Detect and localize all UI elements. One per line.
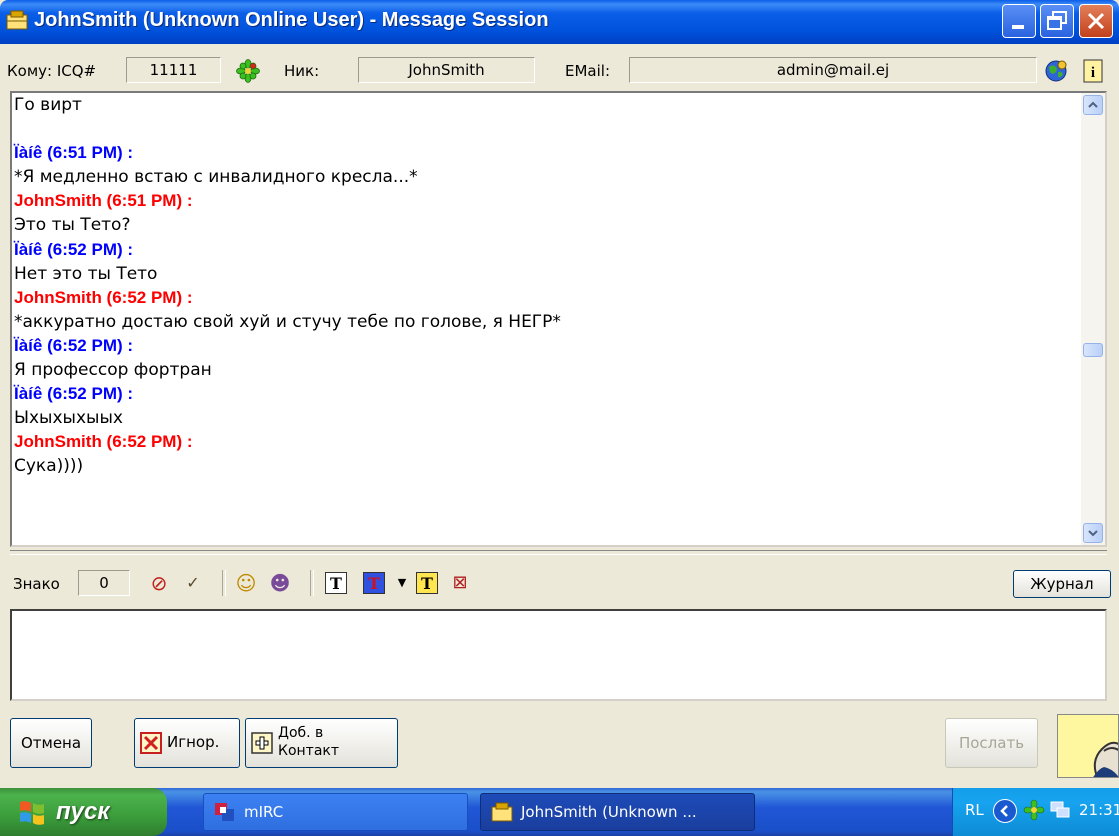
dropdown-arrow-icon[interactable]: ▼ xyxy=(390,571,414,595)
message-header: Ïàíê (6:52 PM) : xyxy=(14,335,134,355)
chevron-up-icon xyxy=(1088,101,1098,108)
message-history[interactable]: Го вирт Ïàíê (6:51 PM) : *Я медленно встаю… xyxy=(10,91,1107,547)
pane-splitter[interactable] xyxy=(10,550,1107,555)
window-title: JohnSmith (Unknown Online User) - Messag… xyxy=(34,9,549,31)
email-field: admin@mail.ej xyxy=(629,57,1037,83)
chevron-down-icon xyxy=(1088,530,1098,537)
message-text: *Я медленно встаю с инвалидного кресла..… xyxy=(14,167,418,188)
restore-icon xyxy=(1047,11,1067,30)
taskbar-item-label: JohnSmith (Unknown ... xyxy=(521,803,697,821)
font-icon[interactable]: T xyxy=(325,572,347,594)
contact-avatar xyxy=(1057,714,1119,778)
icq-number-field: 11111 xyxy=(126,57,221,83)
spell-check-icon[interactable]: ✓ xyxy=(181,571,205,595)
history-scrollbar[interactable] xyxy=(1081,93,1105,545)
icq-tray-icon[interactable] xyxy=(1023,799,1045,821)
mirc-icon xyxy=(215,803,234,821)
scroll-thumb[interactable] xyxy=(1083,343,1103,357)
close-button[interactable] xyxy=(1079,4,1113,38)
chevron-left-icon xyxy=(1000,805,1008,817)
clock[interactable]: 21:31 xyxy=(1079,801,1119,819)
message-session-window: JohnSmith (Unknown Online User) - Messag… xyxy=(0,0,1119,788)
add-contact-label-line2: Контакт xyxy=(278,743,340,759)
message-input[interactable] xyxy=(10,609,1107,701)
add-contact-label-line1: Доб. в xyxy=(278,725,324,741)
avatar-picture xyxy=(1058,715,1118,777)
char-counter: 0 xyxy=(78,570,130,596)
toolbar-separator xyxy=(222,570,226,596)
smiley-icon[interactable]: ☺ xyxy=(234,571,258,595)
scroll-down-button[interactable] xyxy=(1083,523,1103,543)
message-text: Я профессор фортран xyxy=(14,360,212,381)
message-text: Сука)))) xyxy=(14,456,84,477)
toolbar-separator xyxy=(310,570,314,596)
minimize-button[interactable] xyxy=(1002,4,1036,38)
no-spell-icon[interactable]: ⊘ xyxy=(147,571,171,595)
icq-message-icon xyxy=(6,10,28,30)
close-icon xyxy=(1087,12,1105,30)
message-header: Ïàíê (6:52 PM) : xyxy=(14,384,134,404)
network-icon[interactable] xyxy=(1049,799,1071,821)
add-contact-button[interactable]: Доб. в Контакт xyxy=(245,718,398,768)
ignore-button[interactable]: Игнор. xyxy=(134,718,240,768)
title-bar[interactable]: JohnSmith (Unknown Online User) - Messag… xyxy=(0,0,1119,44)
message-text: *аккуратно достаю свой хуй и стучу тебе … xyxy=(14,311,561,332)
send-button[interactable]: Послать xyxy=(945,718,1038,768)
taskbar-item-mirc[interactable]: mIRC xyxy=(203,793,468,831)
journal-button[interactable]: Журнал xyxy=(1013,570,1111,598)
message-header: Ïàíê (6:51 PM) : xyxy=(14,143,134,163)
message-text: Это ты Тето? xyxy=(14,215,131,236)
icq-message-icon xyxy=(491,802,513,822)
email-label: EMail: xyxy=(565,62,610,80)
cancel-button[interactable]: Отмена xyxy=(10,718,92,768)
taskbar-item-message-session[interactable]: JohnSmith (Unknown ... xyxy=(480,793,755,831)
add-plus-icon xyxy=(251,732,273,754)
message-list: Го вирт Ïàíê (6:51 PM) : *Я медленно встаю… xyxy=(14,93,1082,479)
ignore-label: Игнор. xyxy=(167,733,220,751)
message-header: Ïàíê (6:52 PM) : xyxy=(14,239,134,259)
minimize-icon xyxy=(1012,25,1024,29)
message-header: JohnSmith (6:52 PM) : xyxy=(14,287,193,307)
message-text: Го вирт xyxy=(14,95,82,115)
taskbar: пуск mIRC JohnSmith (Unknown ... RL 21:3… xyxy=(0,788,1119,836)
clear-format-icon[interactable]: ⊠ xyxy=(448,571,472,595)
nick-field: JohnSmith xyxy=(358,57,535,83)
language-indicator[interactable]: RL xyxy=(965,801,984,819)
message-header: JohnSmith (6:52 PM) : xyxy=(14,432,193,452)
chars-label: Знако xyxy=(13,575,60,593)
icq-status-flower-icon[interactable] xyxy=(236,59,260,83)
contact-info-bar: Кому: ICQ# 11111 Ник: JohnSmith EMail: a… xyxy=(0,54,1119,88)
taskbar-item-label: mIRC xyxy=(244,803,284,821)
face-icon[interactable]: ☻ xyxy=(268,571,292,595)
scroll-up-button[interactable] xyxy=(1083,95,1103,115)
message-text xyxy=(14,117,1082,141)
user-info-globe-icon[interactable] xyxy=(1044,59,1068,83)
nick-label: Ник: xyxy=(284,62,320,80)
show-hidden-icons-button[interactable] xyxy=(993,799,1017,823)
ignore-x-icon xyxy=(140,732,162,754)
start-button[interactable]: пуск xyxy=(0,788,167,836)
windows-logo-icon xyxy=(20,801,44,825)
background-color-icon[interactable]: T xyxy=(416,572,438,594)
svg-text:i: i xyxy=(1091,65,1095,81)
maximize-button[interactable] xyxy=(1040,4,1074,38)
text-color-icon[interactable]: T xyxy=(363,572,385,594)
to-label: Кому: ICQ# xyxy=(7,62,97,80)
message-header: JohnSmith (6:51 PM) : xyxy=(14,191,193,211)
message-text: Нет это ты Тето xyxy=(14,263,158,284)
message-text: Ыхыхыхыых xyxy=(14,408,123,429)
format-toolbar: Знако 0 ⊘ ✓ ☺ ☻ T T ▼ T ⊠ Журнал xyxy=(0,566,1119,602)
system-tray: RL 21:31 xyxy=(952,788,1119,836)
user-details-icon[interactable]: i xyxy=(1082,59,1104,83)
start-label: пуск xyxy=(56,798,110,825)
